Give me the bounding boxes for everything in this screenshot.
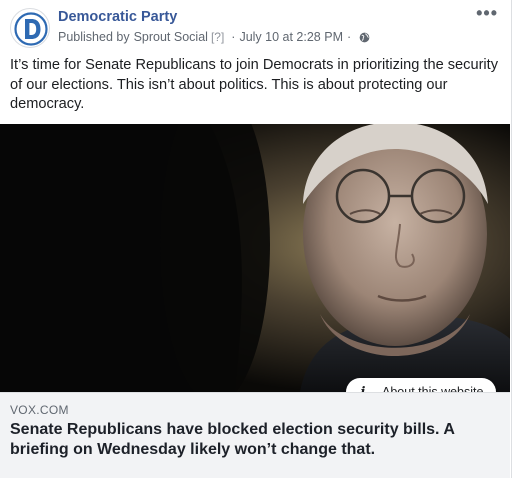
link-domain: VOX.COM xyxy=(10,403,69,417)
portrait-photo xyxy=(0,124,510,392)
link-title[interactable]: Senate Republicans have blocked election… xyxy=(10,420,500,460)
more-options-icon[interactable]: ••• xyxy=(476,4,498,22)
meta-separator-2: · xyxy=(346,30,352,44)
page-avatar[interactable] xyxy=(10,8,50,48)
page-name-link[interactable]: Democratic Party xyxy=(58,9,177,25)
post-meta: Published by Sprout Social [?] · July 10… xyxy=(58,30,370,44)
timestamp-link[interactable]: July 10 at 2:28 PM xyxy=(239,30,343,44)
published-prefix: Published by xyxy=(58,30,130,44)
meta-separator: · xyxy=(231,30,236,44)
help-link[interactable]: [?] xyxy=(211,30,224,44)
post-header: Democratic Party Published by Sprout Soc… xyxy=(0,0,512,52)
link-preview-caption[interactable]: VOX.COM Senate Republicans have blocked … xyxy=(0,392,510,478)
link-preview-image[interactable] xyxy=(0,124,510,392)
publisher-link[interactable]: Sprout Social xyxy=(134,30,208,44)
democratic-logo-icon xyxy=(14,12,48,46)
facebook-post: Democratic Party Published by Sprout Soc… xyxy=(0,0,512,478)
post-message: It’s time for Senate Republicans to join… xyxy=(10,57,499,112)
globe-icon[interactable] xyxy=(359,32,370,43)
